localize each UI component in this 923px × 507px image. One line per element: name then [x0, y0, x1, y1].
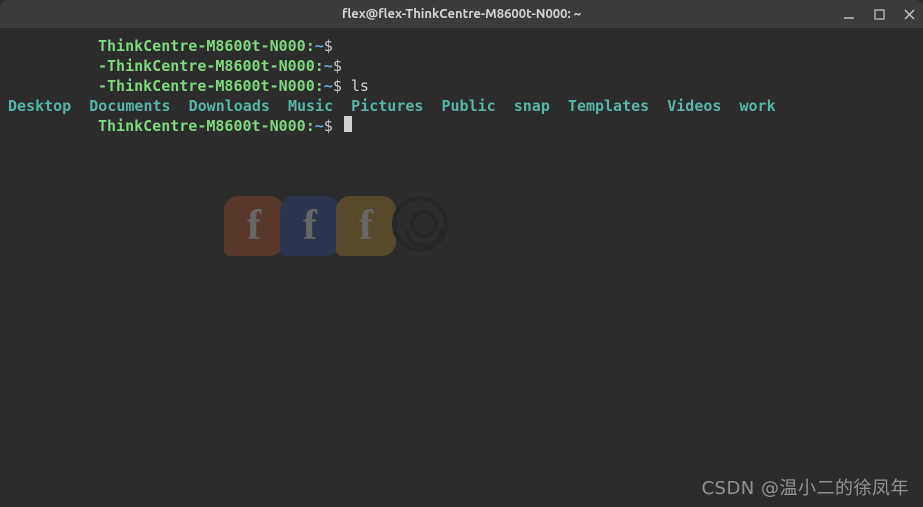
prompt-sep: :: [306, 116, 315, 136]
command-text: ls: [342, 76, 369, 96]
prompt-symbol: $: [333, 76, 342, 96]
window-controls: [841, 0, 917, 28]
redacted-user: [8, 76, 98, 96]
prompt-line: ThinkCentre-M8600t-N000:~$: [8, 36, 915, 56]
penguin-logo-icon: [392, 196, 448, 252]
prompt-sep: :: [315, 76, 324, 96]
maximize-button[interactable]: [871, 6, 887, 22]
prompt-path: ~: [315, 36, 324, 56]
ls-output: Desktop Documents Downloads Music Pictur…: [8, 96, 915, 116]
minimize-button[interactable]: [841, 6, 857, 22]
prompt-path: ~: [324, 56, 333, 76]
redacted-user: [8, 116, 98, 136]
fedora-logo-icon: f: [336, 196, 396, 256]
text-cursor-icon: [344, 116, 352, 132]
prompt-path: ~: [324, 76, 333, 96]
fedora-logo-icon: f: [280, 196, 340, 256]
prompt-symbol: $: [333, 56, 342, 76]
terminal-body[interactable]: f f f ThinkCentre-M8600t-N000:~$ -ThinkC…: [0, 28, 923, 507]
prompt-symbol: $: [324, 36, 333, 56]
fedora-logo-icon: f: [224, 196, 284, 256]
redacted-user: [8, 36, 98, 56]
prompt-sep: :: [315, 56, 324, 76]
background-watermark-logos: f f f: [224, 196, 444, 256]
prompt-path: ~: [315, 116, 324, 136]
prompt-sep: :: [306, 36, 315, 56]
prompt-line-current: ThinkCentre-M8600t-N000:~$: [8, 116, 915, 136]
prompt-host: ThinkCentre-M8600t-N000: [107, 76, 315, 96]
titlebar[interactable]: flex@flex-ThinkCentre-M8600t-N000: ~: [0, 0, 923, 28]
prompt-host: ThinkCentre-M8600t-N000: [107, 56, 315, 76]
redacted-user: [8, 56, 98, 76]
close-button[interactable]: [901, 6, 917, 22]
prompt-line: -ThinkCentre-M8600t-N000:~$: [8, 56, 915, 76]
prompt-symbol: $: [324, 116, 333, 136]
prompt-host: ThinkCentre-M8600t-N000: [98, 36, 306, 56]
prompt-line: -ThinkCentre-M8600t-N000:~$ ls: [8, 76, 915, 96]
csdn-watermark: CSDN @温小二的徐凤年: [701, 479, 909, 499]
terminal-window: flex@flex-ThinkCentre-M8600t-N000: ~ f f…: [0, 0, 923, 507]
prompt-host: ThinkCentre-M8600t-N000: [98, 116, 306, 136]
window-title: flex@flex-ThinkCentre-M8600t-N000: ~: [342, 7, 581, 21]
